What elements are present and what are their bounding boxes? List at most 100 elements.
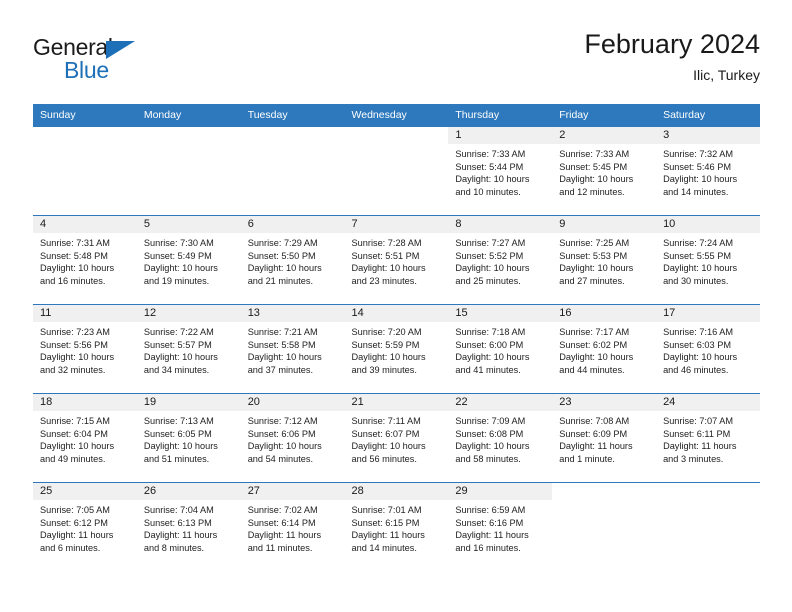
day-number	[656, 483, 760, 500]
day-details: Sunrise: 7:11 AM Sunset: 6:07 PM Daylight:…	[345, 411, 449, 465]
calendar-day-cell[interactable]: 26 Sunrise: 7:04 AM Sunset: 6:13 PM Dayligh…	[136, 482, 241, 571]
sunset-text: Sunset: 6:13 PM	[143, 517, 212, 528]
calendar-day-cell[interactable]: 2 Sunrise: 7:33 AM Sunset: 5:45 PM Daylight…	[552, 126, 657, 216]
daylight-text: Daylight: 10 hours and 27 minutes.	[559, 263, 634, 286]
calendar-day-cell[interactable]: 5 Sunrise: 7:30 AM Sunset: 5:49 PM Daylight…	[136, 215, 241, 305]
daylight-text: Daylight: 10 hours and 19 minutes.	[143, 263, 218, 286]
calendar-day-cell[interactable]: 4 Sunrise: 7:31 AM Sunset: 5:48 PM Daylight…	[33, 215, 137, 305]
calendar-body: 1 Sunrise: 7:33 AM Sunset: 5:44 PM Daylight…	[33, 126, 760, 571]
daylight-text: Daylight: 10 hours and 41 minutes.	[455, 352, 530, 375]
sunset-text: Sunset: 5:44 PM	[455, 161, 524, 172]
calendar-day-cell[interactable]: 28 Sunrise: 7:01 AM Sunset: 6:15 PM Dayligh…	[344, 482, 449, 571]
sunrise-text: Sunrise: 7:01 AM	[351, 505, 422, 515]
sunrise-text: Sunrise: 7:33 AM	[455, 149, 526, 159]
day-number: 8	[448, 216, 553, 233]
calendar-day-cell[interactable]: 17 Sunrise: 7:16 AM Sunset: 6:03 PM Dayligh…	[656, 304, 760, 394]
sunrise-text: Sunrise: 7:22 AM	[143, 327, 214, 337]
calendar-day-cell[interactable]: 3 Sunrise: 7:32 AM Sunset: 5:46 PM Daylight…	[656, 126, 760, 216]
daylight-text: Daylight: 10 hours and 46 minutes.	[663, 352, 738, 375]
day-number: 19	[136, 394, 241, 411]
daylight-text: Daylight: 10 hours and 23 minutes.	[351, 263, 426, 286]
day-number: 21	[344, 394, 449, 411]
day-details: Sunrise: 7:33 AM Sunset: 5:45 PM Daylight:…	[552, 144, 656, 198]
sunrise-text: Sunrise: 7:15 AM	[40, 416, 110, 426]
calendar-day-cell[interactable]: 10 Sunrise: 7:24 AM Sunset: 5:55 PM Dayligh…	[656, 215, 760, 305]
calendar-day-cell[interactable]: 15 Sunrise: 7:18 AM Sunset: 6:00 PM Dayligh…	[448, 304, 553, 394]
triangle-flag-icon	[106, 41, 135, 59]
day-details: Sunrise: 7:29 AM Sunset: 5:50 PM Daylight:…	[241, 233, 345, 287]
sunset-text: Sunset: 6:16 PM	[455, 517, 524, 528]
sunset-text: Sunset: 5:53 PM	[559, 250, 628, 261]
calendar-day-cell[interactable]: 19 Sunrise: 7:13 AM Sunset: 6:05 PM Dayligh…	[136, 393, 241, 483]
daylight-text: Daylight: 10 hours and 56 minutes.	[351, 441, 426, 464]
calendar-day-cell[interactable]: 27 Sunrise: 7:02 AM Sunset: 6:14 PM Dayligh…	[240, 482, 345, 571]
day-details: Sunrise: 7:02 AM Sunset: 6:14 PM Daylight:…	[241, 500, 345, 554]
general-blue-logo: General Blue	[33, 34, 163, 86]
calendar-day-cell[interactable]: 1 Sunrise: 7:33 AM Sunset: 5:44 PM Daylight…	[448, 126, 553, 216]
sunset-text: Sunset: 6:06 PM	[247, 428, 316, 439]
sunrise-text: Sunrise: 7:27 AM	[455, 238, 526, 248]
day-number: 20	[240, 394, 345, 411]
day-details: Sunrise: 7:33 AM Sunset: 5:44 PM Daylight:…	[448, 144, 552, 198]
sunrise-text: Sunrise: 7:17 AM	[559, 327, 630, 337]
calendar-day-cell[interactable]: 18 Sunrise: 7:15 AM Sunset: 6:04 PM Dayligh…	[33, 393, 137, 483]
weekday-header-saturday: Saturday	[656, 104, 760, 127]
weekday-header-thursday: Thursday	[448, 104, 553, 127]
calendar-day-cell-empty	[656, 482, 760, 571]
day-number: 28	[344, 483, 449, 500]
day-number: 6	[240, 216, 345, 233]
sunrise-text: Sunrise: 7:02 AM	[247, 505, 318, 515]
sunset-text: Sunset: 6:00 PM	[455, 339, 524, 350]
calendar-day-cell[interactable]: 23 Sunrise: 7:08 AM Sunset: 6:09 PM Dayligh…	[552, 393, 657, 483]
daylight-text: Daylight: 11 hours and 11 minutes.	[247, 530, 322, 553]
calendar-day-cell[interactable]: 7 Sunrise: 7:28 AM Sunset: 5:51 PM Daylight…	[344, 215, 449, 305]
day-details: Sunrise: 7:31 AM Sunset: 5:48 PM Daylight:…	[33, 233, 137, 287]
day-details: Sunrise: 6:59 AM Sunset: 6:16 PM Daylight:…	[448, 500, 552, 554]
sunset-text: Sunset: 6:05 PM	[143, 428, 212, 439]
daylight-text: Daylight: 10 hours and 21 minutes.	[247, 263, 322, 286]
day-number: 17	[656, 305, 760, 322]
sunrise-text: Sunrise: 7:13 AM	[143, 416, 214, 426]
day-number: 22	[448, 394, 553, 411]
day-details: Sunrise: 7:20 AM Sunset: 5:59 PM Daylight:…	[345, 322, 449, 376]
daylight-text: Daylight: 10 hours and 30 minutes.	[663, 263, 738, 286]
sunrise-text: Sunrise: 7:08 AM	[559, 416, 630, 426]
calendar-day-cell[interactable]: 29 Sunrise: 6:59 AM Sunset: 6:16 PM Dayligh…	[448, 482, 553, 571]
calendar-day-cell[interactable]: 11 Sunrise: 7:23 AM Sunset: 5:56 PM Dayligh…	[33, 304, 137, 394]
daylight-text: Daylight: 11 hours and 1 minute.	[559, 441, 633, 464]
day-number: 9	[552, 216, 657, 233]
calendar-day-cell[interactable]: 21 Sunrise: 7:11 AM Sunset: 6:07 PM Dayligh…	[344, 393, 449, 483]
day-number: 3	[656, 127, 760, 144]
calendar-day-cell[interactable]: 8 Sunrise: 7:27 AM Sunset: 5:52 PM Daylight…	[448, 215, 553, 305]
sunset-text: Sunset: 5:50 PM	[247, 250, 316, 261]
sunrise-text: Sunrise: 7:11 AM	[351, 416, 421, 426]
daylight-text: Daylight: 10 hours and 58 minutes.	[455, 441, 530, 464]
day-number: 10	[656, 216, 760, 233]
calendar-day-cell[interactable]: 13 Sunrise: 7:21 AM Sunset: 5:58 PM Dayligh…	[240, 304, 345, 394]
calendar-day-cell[interactable]: 6 Sunrise: 7:29 AM Sunset: 5:50 PM Daylight…	[240, 215, 345, 305]
day-details: Sunrise: 7:27 AM Sunset: 5:52 PM Daylight:…	[448, 233, 552, 287]
day-number: 14	[344, 305, 449, 322]
sunset-text: Sunset: 5:57 PM	[143, 339, 212, 350]
day-details: Sunrise: 7:22 AM Sunset: 5:57 PM Daylight:…	[137, 322, 241, 376]
calendar-day-cell[interactable]: 20 Sunrise: 7:12 AM Sunset: 6:06 PM Dayligh…	[240, 393, 345, 483]
calendar-day-cell[interactable]: 22 Sunrise: 7:09 AM Sunset: 6:08 PM Dayligh…	[448, 393, 553, 483]
day-number: 4	[33, 216, 137, 233]
page-subtitle: Ilic, Turkey	[693, 67, 760, 83]
calendar-day-cell[interactable]: 24 Sunrise: 7:07 AM Sunset: 6:11 PM Dayligh…	[656, 393, 760, 483]
sunrise-text: Sunrise: 7:05 AM	[40, 505, 110, 515]
day-details: Sunrise: 7:32 AM Sunset: 5:46 PM Daylight:…	[656, 144, 760, 198]
sunrise-text: Sunrise: 7:16 AM	[663, 327, 734, 337]
sunrise-text: Sunrise: 7:21 AM	[247, 327, 318, 337]
day-number	[241, 127, 345, 144]
day-details: Sunrise: 7:17 AM Sunset: 6:02 PM Daylight:…	[552, 322, 656, 376]
sunset-text: Sunset: 5:58 PM	[247, 339, 316, 350]
calendar-day-cell[interactable]: 14 Sunrise: 7:20 AM Sunset: 5:59 PM Dayligh…	[344, 304, 449, 394]
daylight-text: Daylight: 10 hours and 32 minutes.	[40, 352, 115, 375]
calendar-day-cell[interactable]: 25 Sunrise: 7:05 AM Sunset: 6:12 PM Dayligh…	[33, 482, 137, 571]
calendar-day-cell[interactable]: 12 Sunrise: 7:22 AM Sunset: 5:57 PM Dayligh…	[136, 304, 241, 394]
calendar-day-cell[interactable]: 16 Sunrise: 7:17 AM Sunset: 6:02 PM Dayligh…	[552, 304, 657, 394]
day-number: 24	[656, 394, 760, 411]
day-details: Sunrise: 7:08 AM Sunset: 6:09 PM Daylight:…	[552, 411, 656, 465]
calendar-day-cell[interactable]: 9 Sunrise: 7:25 AM Sunset: 5:53 PM Daylight…	[552, 215, 657, 305]
